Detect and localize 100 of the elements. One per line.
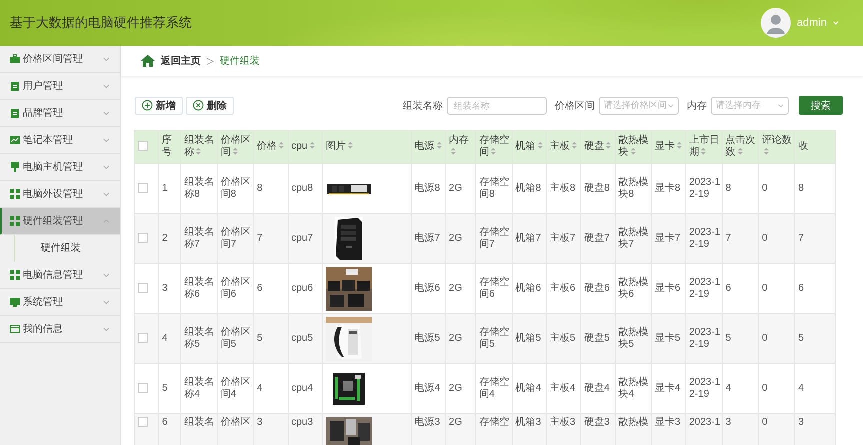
filter-label: 组装名称 bbox=[403, 100, 443, 112]
checkbox[interactable] bbox=[138, 141, 148, 152]
column-header[interactable]: 图片 bbox=[322, 130, 412, 164]
checkbox[interactable] bbox=[138, 332, 148, 343]
sort-icon bbox=[764, 148, 770, 155]
sidebar-item[interactable]: 用户管理 bbox=[0, 73, 120, 100]
add-button[interactable]: 新增 bbox=[135, 96, 183, 114]
chevron-icon bbox=[103, 56, 110, 62]
sidebar-item[interactable]: 价格区间管理 bbox=[0, 46, 120, 73]
delete-button[interactable]: 删除 bbox=[186, 96, 234, 114]
table-cell: 2 bbox=[158, 214, 181, 264]
column-header[interactable]: 价格 bbox=[254, 130, 288, 164]
table-cell: 3 bbox=[722, 414, 759, 445]
breadcrumb-current: 硬件组装 bbox=[220, 54, 260, 68]
table-cell: 价格区间7 bbox=[217, 214, 254, 264]
chevron-icon bbox=[103, 110, 110, 116]
checkbox[interactable] bbox=[138, 182, 148, 193]
checkbox[interactable] bbox=[138, 417, 148, 428]
table-cell: 机箱7 bbox=[512, 214, 547, 264]
sort-icon bbox=[538, 142, 543, 149]
monitor-icon bbox=[10, 297, 20, 307]
menu-label: 价格区间管理 bbox=[23, 52, 84, 66]
menu-label: 电脑主机管理 bbox=[23, 160, 84, 174]
table-cell: 显卡3 bbox=[652, 414, 686, 445]
column-header[interactable]: 评论数 bbox=[758, 130, 795, 164]
table-cell: 3 bbox=[794, 414, 836, 445]
column-header[interactable]: 机箱 bbox=[512, 130, 547, 164]
table-cell: 电源3 bbox=[411, 414, 446, 445]
chevron-icon bbox=[668, 104, 674, 108]
submenu-item[interactable]: 硬件组装 bbox=[14, 235, 120, 262]
table-cell: 价格区间5 bbox=[217, 314, 254, 364]
checkbox[interactable] bbox=[138, 282, 148, 293]
sort-icon bbox=[677, 142, 682, 149]
chevron-icon bbox=[103, 300, 110, 304]
column-header[interactable]: 上市日期 bbox=[686, 130, 722, 164]
sort-icon bbox=[348, 142, 353, 149]
search-button[interactable]: 搜索 bbox=[799, 96, 843, 115]
chart-icon bbox=[10, 135, 20, 145]
checkbox[interactable] bbox=[138, 232, 148, 243]
sort-icon bbox=[606, 142, 612, 149]
sort-icon bbox=[196, 148, 202, 155]
table-cell: 硬盘5 bbox=[580, 314, 616, 364]
table-cell: 显卡7 bbox=[652, 214, 686, 264]
sort-icon bbox=[232, 148, 238, 155]
column-header[interactable]: cpu bbox=[288, 130, 322, 164]
column-header[interactable]: 显卡 bbox=[652, 130, 686, 164]
table-cell: 存储空间7 bbox=[476, 214, 512, 264]
menu-label: 电脑信息管理 bbox=[23, 268, 84, 282]
name-field[interactable]: 组装名称 bbox=[447, 96, 547, 114]
table-cell: 硬盘3 bbox=[580, 414, 616, 445]
sidebar-item[interactable]: 硬件组装管理 bbox=[0, 208, 120, 235]
avatar-icon[interactable] bbox=[761, 8, 792, 38]
column-header[interactable]: 收 bbox=[794, 130, 836, 164]
table-cell: 主板7 bbox=[546, 214, 581, 264]
home-icon[interactable] bbox=[141, 55, 155, 67]
sort-icon bbox=[630, 148, 636, 155]
home-link[interactable]: 返回主页 bbox=[161, 54, 201, 68]
column-header[interactable]: 硬盘 bbox=[580, 130, 616, 164]
table-cell: 7 bbox=[722, 214, 759, 264]
briefcase-icon bbox=[10, 54, 20, 64]
sidebar-item[interactable]: 电脑信息管理 bbox=[0, 262, 120, 289]
close-circle-icon bbox=[193, 100, 204, 111]
column-header[interactable]: 组装名称 bbox=[180, 130, 218, 164]
column-header[interactable]: 存储空间 bbox=[476, 130, 512, 164]
separator-icon: ▷ bbox=[207, 56, 214, 66]
table-cell: 组装名称7 bbox=[180, 214, 218, 264]
sidebar-item[interactable]: 笔记本管理 bbox=[0, 127, 120, 154]
menu-label: 用户管理 bbox=[23, 80, 64, 93]
column-header[interactable]: 内存 bbox=[446, 130, 476, 164]
sidebar-item[interactable]: 电脑主机管理 bbox=[0, 154, 120, 181]
column-header[interactable]: 主板 bbox=[546, 130, 581, 164]
column-header[interactable]: 点击次数 bbox=[722, 130, 759, 164]
chevron-icon bbox=[103, 84, 110, 88]
sidebar-item[interactable]: 我的信息 bbox=[0, 316, 120, 343]
table-cell: 2G bbox=[446, 414, 476, 445]
table-cell: 2G bbox=[446, 314, 476, 364]
caret-icon bbox=[833, 21, 839, 25]
sidebar-item[interactable]: 品牌管理 bbox=[0, 100, 120, 127]
table-cell: 5 bbox=[254, 314, 288, 364]
grid-icon bbox=[10, 189, 20, 199]
table-cell: 显卡5 bbox=[652, 314, 686, 364]
table-cell: 组装名称5 bbox=[180, 314, 218, 364]
chevron-icon bbox=[778, 104, 784, 108]
grid-icon bbox=[10, 216, 20, 226]
sort-icon bbox=[451, 148, 456, 155]
table-cell: 7 bbox=[254, 214, 288, 264]
chevron-icon bbox=[103, 164, 110, 170]
table-cell: 3 bbox=[254, 414, 288, 445]
column-header[interactable]: 电源 bbox=[411, 130, 446, 164]
table-cell: 散热模块7 bbox=[615, 214, 652, 264]
column-header[interactable]: 散热模块 bbox=[615, 130, 652, 164]
column-header[interactable]: 序号 bbox=[158, 130, 181, 164]
sidebar-item[interactable]: 系统管理 bbox=[0, 289, 120, 316]
clipboard-icon bbox=[10, 81, 20, 91]
column-header[interactable]: 价格区间 bbox=[217, 130, 254, 164]
sort-icon bbox=[701, 148, 706, 155]
checkbox[interactable] bbox=[138, 382, 148, 393]
table-cell: 散热模 bbox=[615, 414, 652, 445]
table-cell: 主板3 bbox=[546, 414, 581, 445]
table-cell: 2023-12-19 bbox=[686, 314, 722, 364]
